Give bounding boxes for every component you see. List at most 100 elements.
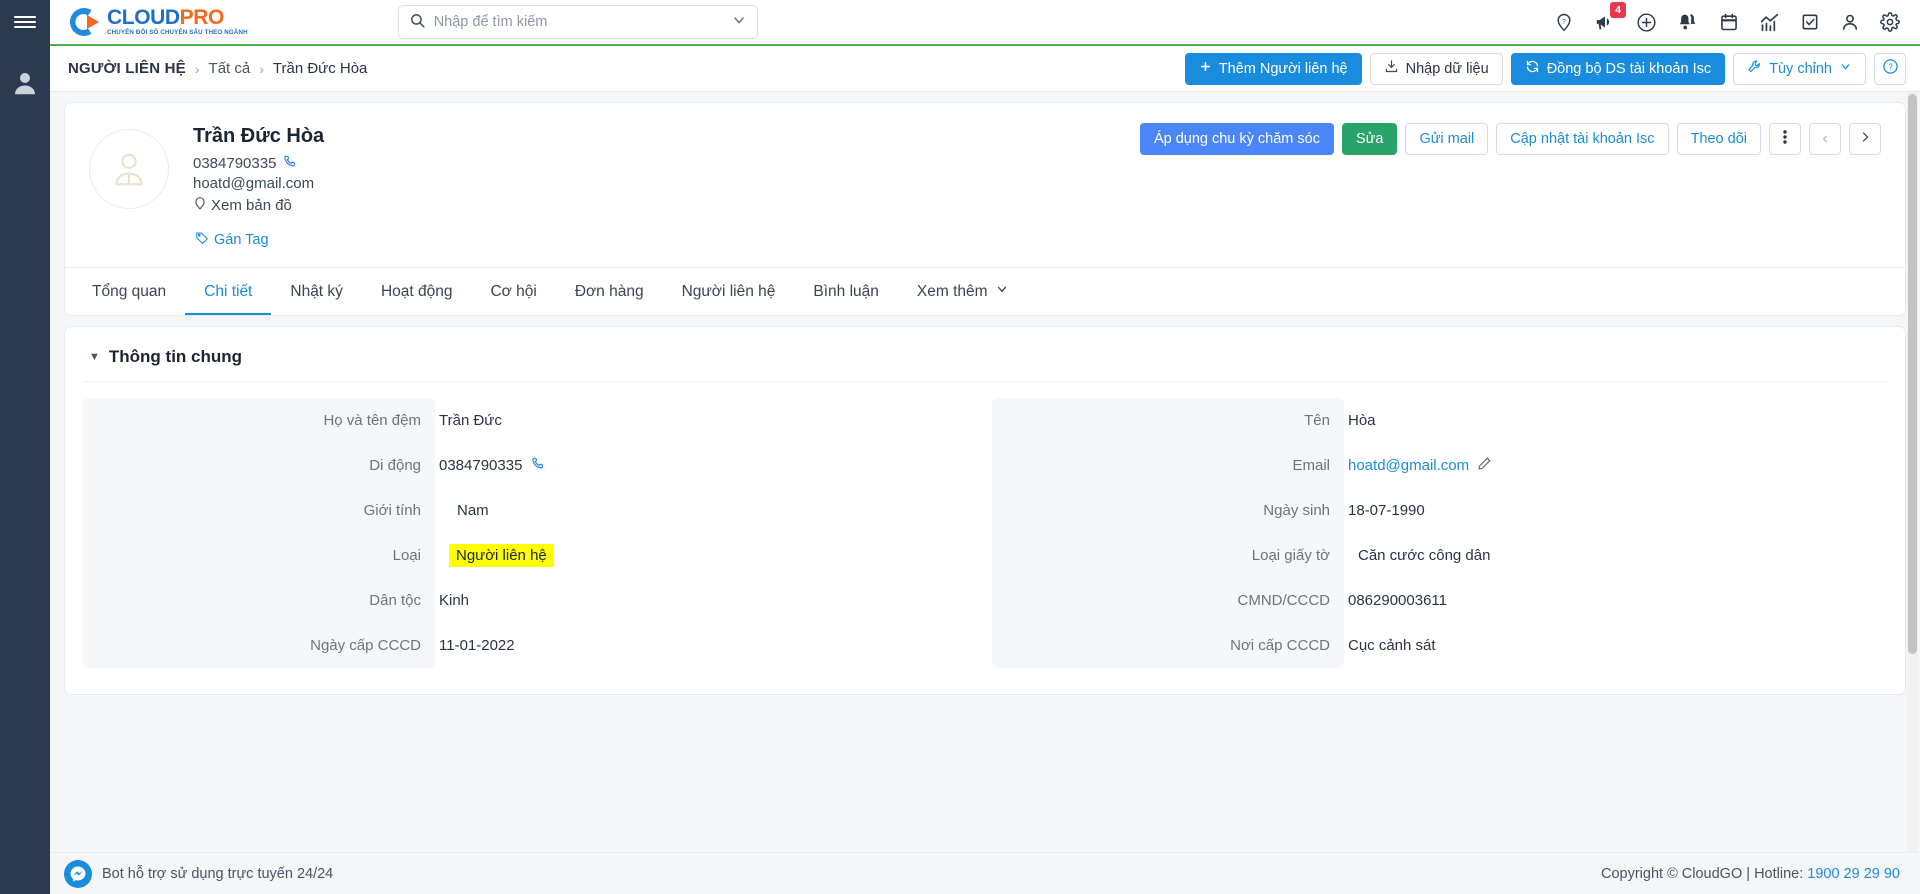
phone-call-icon[interactable] (282, 154, 297, 173)
import-data-button[interactable]: Nhập dữ liệu (1369, 52, 1503, 85)
follow-button[interactable]: Theo dõi (1676, 123, 1761, 155)
next-record-button[interactable] (1849, 123, 1881, 155)
top-header: CLOUDPRO CHUYỂN ĐỔI SỐ CHUYÊN SÂU THEO N… (50, 0, 1920, 46)
hamburger-menu-icon[interactable] (0, 0, 50, 44)
help-circle-icon: ? (1882, 58, 1899, 79)
field-value[interactable]: Nam (435, 502, 489, 519)
tab-nguoi-lien-he[interactable]: Người liên hệ (663, 269, 795, 315)
add-contact-label: Thêm Người liên hệ (1218, 60, 1348, 77)
cloudpro-logo[interactable]: CLOUDPRO CHUYỂN ĐỔI SỐ CHUYÊN SÂU THEO N… (60, 6, 248, 38)
chatbot-widget[interactable]: Bot hỗ trợ sử dụng trực tuyến 24/24 (50, 859, 333, 888)
field-label: Họ và tên đệm (323, 412, 421, 429)
edit-button[interactable]: Sửa (1341, 123, 1398, 155)
send-mail-label: Gửi mail (1419, 131, 1475, 147)
field-value: Kinh (439, 592, 470, 609)
plus-icon (1199, 60, 1212, 77)
field-value: Cục cảnh sát (1348, 637, 1436, 654)
sync-account-button[interactable]: Đồng bộ DS tài khoản Isc (1510, 52, 1726, 85)
megaphone-icon[interactable]: 4 (1594, 2, 1626, 33)
contact-email[interactable]: hoatd@gmail.com (193, 175, 324, 192)
field-label: Giới tính (363, 502, 421, 519)
person-icon[interactable] (1840, 12, 1860, 32)
copyright-text: Copyright © CloudGO | Hotline: 1900 29 2… (1601, 866, 1900, 882)
breadcrumb-separator-icon: › (194, 60, 200, 77)
field-label: Ngày cấp CCCD (310, 637, 421, 654)
hotline-number[interactable]: 1900 29 29 90 (1807, 866, 1900, 882)
customize-button[interactable]: Tùy chỉnh (1733, 52, 1866, 85)
tab-xem-them[interactable]: Xem thêm (898, 268, 1028, 315)
main-area: CLOUDPRO CHUYỂN ĐỔI SỐ CHUYÊN SÂU THEO N… (50, 0, 1920, 894)
phone-call-icon[interactable] (530, 456, 545, 475)
checkbox-icon[interactable] (1800, 12, 1820, 32)
chart-icon[interactable] (1759, 12, 1780, 33)
more-options-button[interactable] (1769, 123, 1801, 155)
field-label: CMND/CCCD (1237, 592, 1331, 609)
tab-co-hoi[interactable]: Cơ hội (471, 269, 555, 315)
scrollbar-thumb[interactable] (1908, 94, 1917, 654)
field-value-email-link[interactable]: hoatd@gmail.com (1348, 457, 1469, 474)
field-label: Loại giấy tờ (1251, 547, 1330, 564)
previous-record-button[interactable]: ‹ (1809, 123, 1841, 155)
view-map-link[interactable]: Xem bản đồ (193, 195, 324, 215)
field-value: 086290003611 (1348, 592, 1447, 609)
header-icon-row: ? 4 (1554, 2, 1906, 33)
detail-columns: Họ và tên đệm Trần Đức Di động 038479033… (83, 382, 1887, 668)
svg-text:?: ? (1562, 18, 1566, 25)
tab-hoat-dong[interactable]: Hoạt động (362, 269, 472, 315)
tab-don-hang[interactable]: Đơn hàng (556, 269, 663, 315)
messenger-icon[interactable] (64, 859, 92, 888)
left-sidebar (0, 0, 50, 894)
gear-icon[interactable] (1880, 12, 1900, 32)
field-label: Nơi cấp CCCD (1230, 637, 1330, 654)
search-dropdown-chevron-icon[interactable] (731, 12, 747, 32)
contact-name: Trần Đức Hòa (193, 125, 325, 147)
field-value: 0384790335 (439, 457, 523, 474)
apply-care-cycle-button[interactable]: Áp dụng chu kỳ chăm sóc (1139, 123, 1334, 155)
breadcrumb-item-all[interactable]: Tất cả (209, 60, 251, 77)
search-box[interactable] (397, 5, 758, 39)
tab-tong-quan[interactable]: Tổng quan (73, 269, 185, 315)
logo-text-cloud: CLOUD (107, 6, 180, 30)
tab-chi-tiet[interactable]: Chi tiết (185, 269, 272, 315)
field-value: Trần Đức (439, 412, 502, 429)
sidebar-avatar-icon[interactable] (8, 66, 42, 100)
tab-binh-luan[interactable]: Bình luận (794, 269, 898, 315)
field-cmnd-cccd: CMND/CCCD 086290003611 (992, 578, 1887, 623)
field-value-wrap: Người liên hệ (435, 544, 554, 567)
breadcrumb-root[interactable]: NGƯỜI LIÊN HỆ (68, 60, 186, 77)
location-help-icon[interactable]: ? (1554, 12, 1574, 32)
update-account-button[interactable]: Cập nhật tài khoản Isc (1496, 123, 1669, 155)
vertical-scrollbar[interactable] (1907, 92, 1918, 852)
assign-tag-label: Gán Tag (214, 232, 269, 248)
assign-tag-link[interactable]: Gán Tag (195, 231, 324, 249)
location-pin-icon (193, 195, 207, 215)
field-value: 11-01-2022 (439, 637, 515, 654)
edit-pencil-icon[interactable] (1477, 456, 1492, 475)
send-mail-button[interactable]: Gửi mail (1405, 123, 1489, 155)
field-ho-va-ten-dem: Họ và tên đệm Trần Đức (83, 398, 978, 443)
help-button[interactable]: ? (1874, 52, 1906, 85)
field-label: Ngày sinh (1263, 502, 1330, 519)
search-icon (409, 12, 426, 33)
detail-left-column: Họ và tên đệm Trần Đức Di động 038479033… (83, 398, 978, 668)
breadcrumb-item-current: Trần Đức Hòa (272, 60, 368, 77)
logo-text-pro: PRO (179, 6, 225, 30)
field-value[interactable]: Căn cước công dân (1344, 547, 1490, 564)
field-value: Hòa (1348, 412, 1376, 429)
calendar-icon[interactable] (1719, 12, 1739, 32)
tab-nhat-ky[interactable]: Nhật ký (271, 269, 362, 315)
app-root: CLOUDPRO CHUYỂN ĐỔI SỐ CHUYÊN SÂU THEO N… (0, 0, 1920, 894)
wrench-icon (1747, 59, 1762, 78)
import-icon (1384, 59, 1399, 78)
chevron-down-icon (995, 282, 1009, 301)
plus-circle-icon[interactable] (1636, 12, 1657, 33)
section-header-thong-tin-chung[interactable]: ▼ Thông tin chung (83, 343, 1887, 382)
field-dan-toc: Dân tộc Kinh (83, 578, 978, 623)
customize-label: Tùy chỉnh (1769, 60, 1832, 77)
search-input[interactable] (433, 14, 723, 30)
field-noi-cap-cccd: Nơi cấp CCCD Cục cảnh sát (992, 623, 1887, 668)
bells-icon[interactable] (1677, 11, 1699, 33)
add-contact-button[interactable]: Thêm Người liên hệ (1184, 52, 1362, 85)
breadcrumb-separator-icon-2: › (259, 60, 264, 77)
field-value-wrap: hoatd@gmail.com (1344, 456, 1492, 475)
